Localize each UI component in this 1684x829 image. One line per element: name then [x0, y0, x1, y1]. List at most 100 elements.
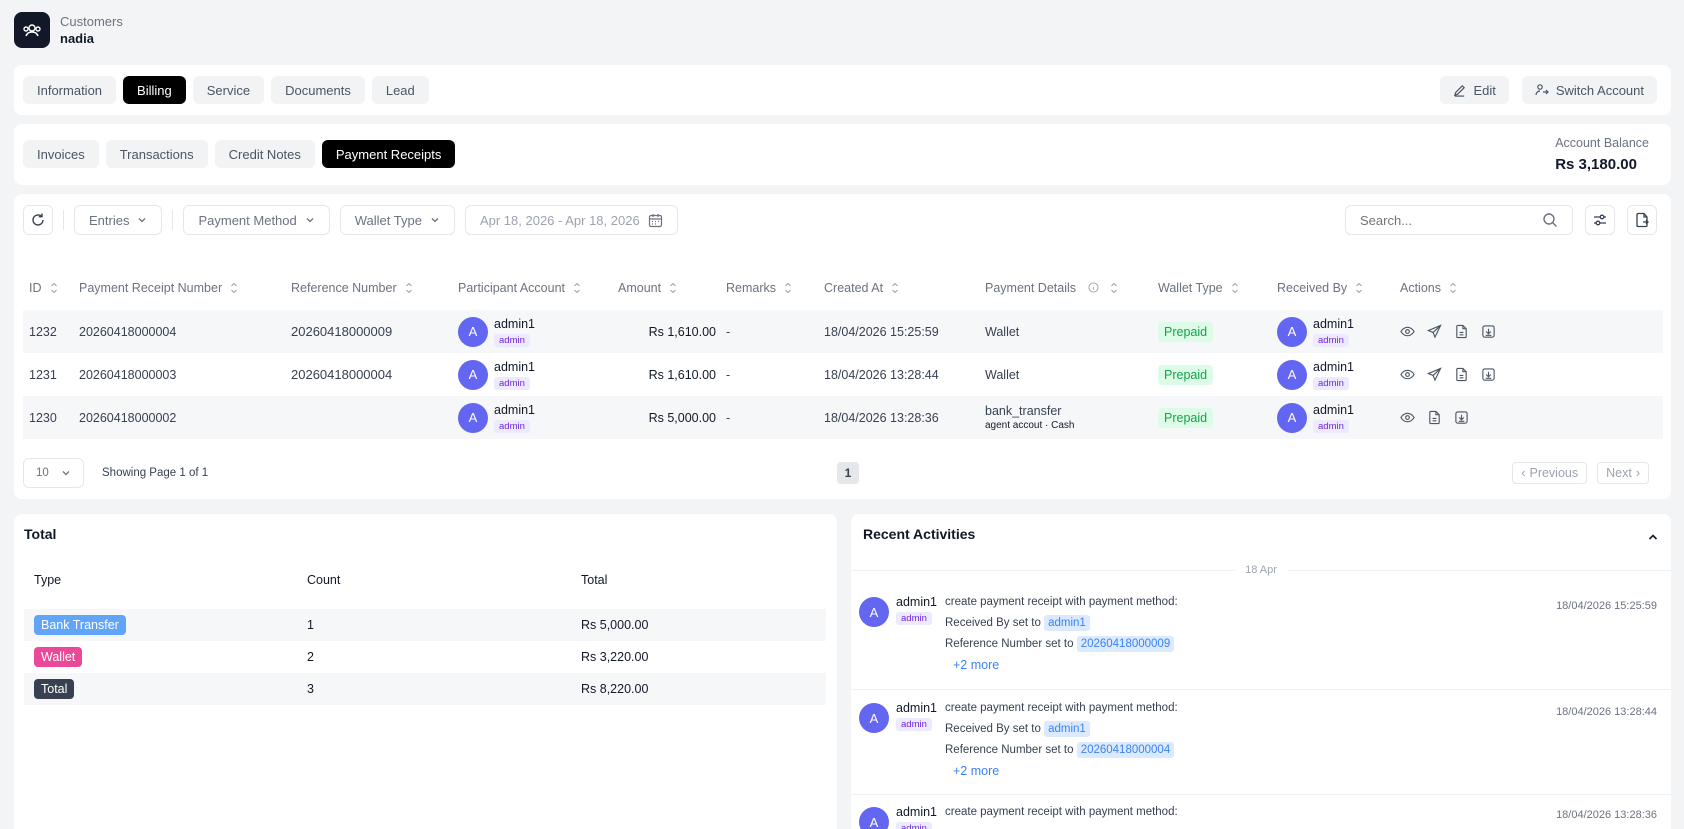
- send-icon[interactable]: [1427, 324, 1442, 339]
- column-header-remarks[interactable]: Remarks: [726, 268, 824, 310]
- column-header-payment-details[interactable]: Payment Details: [985, 268, 1158, 310]
- receipts-table: ID Payment Receipt Number Reference Numb…: [23, 268, 1663, 439]
- next-label: Next: [1606, 466, 1632, 480]
- sort-icon: [1355, 282, 1363, 297]
- tab-service[interactable]: Service: [192, 76, 265, 104]
- document-icon[interactable]: [1454, 367, 1469, 382]
- cell-participant: A admin1 admin: [458, 353, 618, 396]
- column-header-id[interactable]: ID: [23, 268, 79, 310]
- participant-name[interactable]: admin1: [494, 360, 535, 374]
- tab-payment-receipts[interactable]: Payment Receipts: [321, 140, 456, 168]
- activity-received-label: Received By set to: [945, 723, 1041, 735]
- activity-item: A admin1 admin create payment receipt wi…: [851, 580, 1671, 685]
- search-field[interactable]: [1345, 205, 1573, 235]
- page-button-1[interactable]: 1: [837, 462, 859, 484]
- table-row[interactable]: 1232 20260418000004 20260418000009 A adm…: [23, 310, 1663, 353]
- activity-user[interactable]: admin1: [896, 595, 937, 609]
- participant-name[interactable]: admin1: [494, 403, 535, 417]
- table-row[interactable]: 1231 20260418000003 20260418000004 A adm…: [23, 353, 1663, 396]
- previous-page-button[interactable]: ‹ Previous: [1512, 462, 1588, 484]
- role-badge: admin: [1313, 419, 1349, 433]
- wallet-type-badge: Prepaid: [1158, 321, 1214, 342]
- cell-actions: [1400, 353, 1663, 396]
- table-row[interactable]: 1230 20260418000002 A admin1 admin Rs 5,0…: [23, 396, 1663, 439]
- view-eye-icon[interactable]: [1400, 410, 1415, 425]
- column-header-receipt-number[interactable]: Payment Receipt Number: [79, 268, 291, 310]
- cell-receipt-number[interactable]: 20260418000002: [79, 396, 291, 439]
- column-header-received-by[interactable]: Received By: [1277, 268, 1400, 310]
- chevron-right-icon: ›: [1635, 466, 1640, 480]
- column-header-reference-number[interactable]: Reference Number: [291, 268, 458, 310]
- calendar-icon: [648, 213, 662, 227]
- refresh-icon: [32, 213, 44, 226]
- download-icon[interactable]: [1454, 410, 1469, 425]
- tab-billing[interactable]: Billing: [123, 76, 186, 104]
- export-button[interactable]: [1627, 205, 1657, 235]
- received-by-name[interactable]: admin1: [1313, 403, 1354, 417]
- refresh-button[interactable]: [23, 205, 53, 235]
- participant-name[interactable]: admin1: [494, 317, 535, 331]
- show-more-link[interactable]: +2 more: [953, 764, 1178, 778]
- download-icon[interactable]: [1481, 367, 1496, 382]
- cell-wallet-type: Prepaid: [1158, 310, 1277, 353]
- cell-receipt-number[interactable]: 20260418000003: [79, 353, 291, 396]
- divider: [1286, 569, 1671, 571]
- role-badge: admin: [494, 419, 530, 433]
- sliders-icon: [1594, 214, 1606, 226]
- filter-settings-button[interactable]: [1585, 205, 1615, 235]
- activity-user[interactable]: admin1: [896, 805, 937, 819]
- cell-actions: [1400, 396, 1663, 439]
- totals-table: Type Count Total Bank Transfer 1 Rs 5,00…: [24, 561, 826, 705]
- tab-lead[interactable]: Lead: [371, 76, 429, 104]
- avatar: A: [859, 703, 889, 733]
- column-header-actions[interactable]: Actions: [1400, 268, 1663, 310]
- tab-transactions[interactable]: Transactions: [105, 140, 208, 168]
- divider: [172, 210, 174, 230]
- tab-documents[interactable]: Documents: [271, 76, 365, 104]
- search-input[interactable]: [1360, 212, 1530, 228]
- cell-id: 1232: [23, 310, 79, 353]
- activity-time: 18/04/2026 13:28:44: [1556, 706, 1657, 718]
- tab-information[interactable]: Information: [23, 76, 117, 104]
- show-more-link[interactable]: +2 more: [953, 658, 1178, 672]
- cell-receipt-number[interactable]: 20260418000004: [79, 310, 291, 353]
- tab-invoices[interactable]: Invoices: [23, 140, 99, 168]
- edit-button[interactable]: Edit: [1440, 76, 1509, 104]
- view-eye-icon[interactable]: [1400, 367, 1415, 382]
- entries-select[interactable]: Entries: [74, 205, 163, 235]
- role-badge: admin: [1313, 333, 1349, 347]
- download-icon[interactable]: [1481, 324, 1496, 339]
- breadcrumb[interactable]: Customers: [60, 14, 123, 29]
- document-icon[interactable]: [1454, 324, 1469, 339]
- switch-account-label: Switch Account: [1555, 82, 1644, 98]
- column-header-wallet-type[interactable]: Wallet Type: [1158, 268, 1277, 310]
- switch-account-button[interactable]: Switch Account: [1521, 76, 1657, 104]
- totals-row: Bank Transfer 1 Rs 5,000.00: [24, 609, 826, 641]
- totals-count: 1: [307, 618, 314, 632]
- activity-user[interactable]: admin1: [896, 701, 937, 715]
- avatar: A: [458, 402, 488, 433]
- switch-user-icon: [1535, 84, 1549, 96]
- date-range-picker[interactable]: Apr 18, 2026 - Apr 18, 2026: [464, 205, 678, 235]
- collapse-chevron-icon[interactable]: [1647, 531, 1659, 543]
- page-size-select[interactable]: 10: [23, 458, 84, 488]
- view-eye-icon[interactable]: [1400, 324, 1415, 339]
- payment-method-select[interactable]: Payment Method: [183, 205, 330, 235]
- send-icon[interactable]: [1427, 367, 1442, 382]
- wallet-type-select[interactable]: Wallet Type: [339, 205, 455, 235]
- chevron-down-icon: [62, 471, 70, 476]
- document-icon[interactable]: [1427, 410, 1442, 425]
- received-by-name[interactable]: admin1: [1313, 360, 1354, 374]
- column-header-participant-account[interactable]: Participant Account: [458, 268, 618, 310]
- activity-ref-label: Reference Number set to: [945, 638, 1074, 650]
- cell-amount: Rs 1,610.00: [648, 367, 716, 382]
- column-header-amount[interactable]: Amount: [618, 268, 726, 310]
- totals-title: Total: [24, 526, 57, 542]
- column-header-created-at[interactable]: Created At: [824, 268, 985, 310]
- sort-icon: [230, 282, 238, 297]
- tab-credit-notes[interactable]: Credit Notes: [214, 140, 315, 168]
- received-by-name[interactable]: admin1: [1313, 317, 1354, 331]
- next-page-button[interactable]: Next ›: [1597, 462, 1649, 484]
- chevron-down-icon: [139, 218, 146, 223]
- file-export-icon: [1636, 212, 1649, 228]
